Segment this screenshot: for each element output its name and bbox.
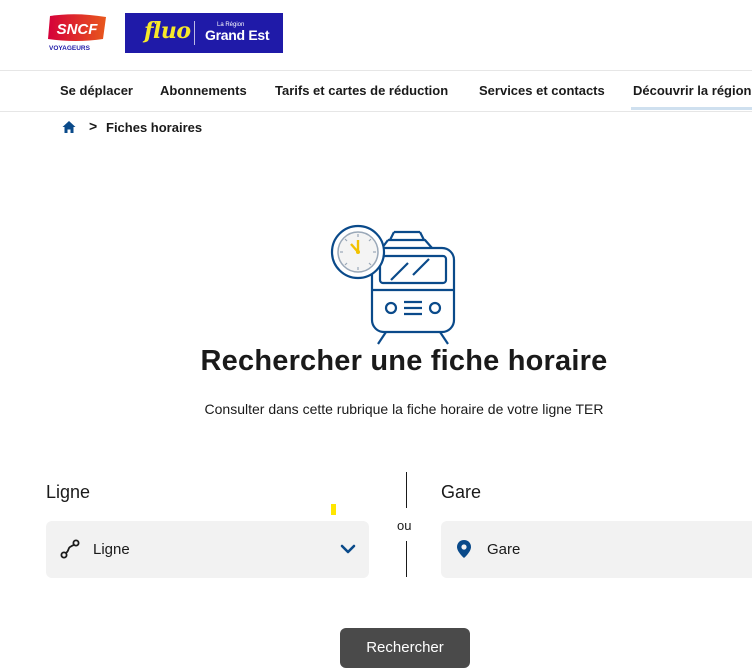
page-title: Rechercher une fiche horaire [200, 345, 608, 377]
gare-input[interactable]: Gare [441, 521, 752, 578]
divider-top [406, 472, 407, 508]
nav-item-tarifs[interactable]: Tarifs et cartes de réduction [275, 83, 448, 98]
nav-item-services[interactable]: Services et contacts [479, 83, 605, 98]
breadcrumb-separator-icon: > [89, 118, 98, 134]
location-pin-icon [457, 540, 471, 563]
gare-label: Gare [441, 482, 482, 502]
logo-separator [194, 21, 195, 45]
region-name-text: Grand Est [205, 27, 270, 43]
gare-input-value: Gare [487, 541, 521, 558]
route-icon [60, 539, 80, 564]
svg-text:SNCF: SNCF [57, 21, 99, 38]
breadcrumb-current: Fiches horaires [106, 120, 203, 135]
ligne-select[interactable]: Ligne [46, 521, 369, 578]
fluo-grand-est-logo[interactable]: fluo La Région Grand Est [125, 13, 283, 53]
fluo-logo-text: fluo [144, 18, 191, 44]
highlight-marker [331, 504, 336, 515]
nav-item-abonnements[interactable]: Abonnements [160, 83, 247, 98]
svg-text:VOYAGEURS: VOYAGEURS [49, 45, 91, 52]
or-separator: ou [397, 518, 412, 533]
sncf-voyageurs-logo[interactable]: SNCF VOYAGEURS [46, 13, 108, 53]
search-button[interactable]: Rechercher [340, 628, 470, 668]
nav-item-decouvrir[interactable]: Découvrir la région [630, 83, 752, 110]
page-subtitle: Consulter dans cette rubrique la fiche h… [204, 401, 604, 417]
chevron-down-icon[interactable] [339, 540, 357, 563]
nav-item-se-deplacer[interactable]: Se déplacer [60, 83, 133, 98]
ligne-select-value: Ligne [93, 541, 130, 558]
ligne-label: Ligne [46, 482, 91, 502]
divider-bottom [406, 541, 407, 577]
home-icon[interactable] [62, 120, 76, 134]
train-clock-illustration-icon [328, 222, 462, 348]
main-navigation: Se déplacer Abonnements Tarifs et cartes… [0, 70, 752, 112]
